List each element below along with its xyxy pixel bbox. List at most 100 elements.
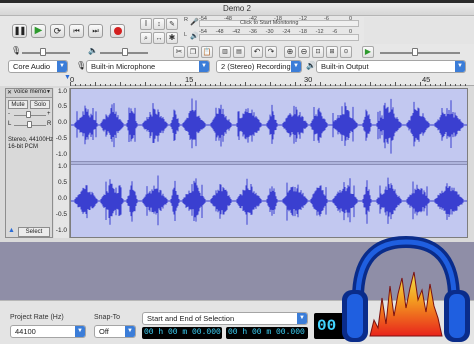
select-track-button[interactable]: Select	[18, 227, 50, 237]
fit-project-button[interactable]: ⊞	[326, 46, 338, 58]
meter-scale-label: -18	[274, 16, 282, 22]
play-at-speed-icon: ▶	[364, 47, 372, 56]
undo-button[interactable]: ↶	[251, 46, 263, 58]
mute-button[interactable]: Mute	[8, 100, 28, 109]
input-device-value: Built-in Microphone	[91, 62, 156, 71]
input-channels-select[interactable]: 2 (Stereo) Recording... ▼	[216, 60, 302, 73]
paste-button[interactable]: 📋	[201, 46, 213, 58]
zoom-out-button[interactable]: ⊖	[298, 46, 310, 58]
pause-button[interactable]: ❚❚	[12, 24, 27, 38]
zoom-toggle-icon: ⊙	[343, 49, 349, 55]
meter-scale-label: -36	[249, 29, 257, 35]
device-toolbar: Core Audio ▼ 🎙 Built-in Microphone ▼ 2 (St…	[0, 60, 474, 74]
amplitude-tick-label: -1.0	[55, 227, 67, 234]
fit-selection-button[interactable]: ⊡	[312, 46, 324, 58]
window-title: Demo 2	[222, 4, 251, 13]
playback-volume-knob[interactable]	[122, 48, 128, 56]
record-icon	[113, 27, 122, 35]
record-meter-letter: R	[184, 17, 188, 23]
project-rate-select[interactable]: 44100 ▼	[10, 325, 86, 338]
collapse-track-icon[interactable]: ▲	[8, 227, 15, 234]
timeshift-icon: ↔	[155, 34, 163, 42]
meter-scale-label: -24	[282, 29, 291, 35]
zoom-in-button[interactable]: ⊕	[284, 46, 296, 58]
amplitude-tick-label: 0.5	[57, 103, 67, 110]
redo-button[interactable]: ↷	[265, 46, 277, 58]
play-icon: ▶	[34, 25, 43, 36]
playback-meter-scale: -54 -48 -42 -36 -30 -24 -18 -12 -6 0	[199, 29, 359, 35]
zoom-toggle-button[interactable]: ⊙	[340, 46, 352, 58]
output-device-select[interactable]: Built-in Output ▼	[316, 60, 466, 73]
microphone-icon: 🎙	[11, 46, 22, 55]
meter-scale-label: -12	[315, 29, 324, 35]
amplitude-tick-label: -0.5	[55, 135, 67, 142]
copy-button[interactable]: ❐	[187, 46, 199, 58]
envelope-tool[interactable]: ↕	[153, 18, 165, 30]
loop-button[interactable]: ⟳	[50, 24, 65, 38]
multi-tool[interactable]: ✱	[166, 32, 178, 44]
waveform-channel-left[interactable]	[70, 89, 467, 161]
track-name-menu[interactable]: voice memo	[14, 89, 46, 95]
solo-button[interactable]: Solo	[30, 100, 50, 109]
amplitude-tick-label: 0.5	[57, 179, 67, 186]
play-speed-knob[interactable]	[412, 48, 418, 56]
fit-selection-icon: ⊡	[315, 49, 321, 55]
amplitude-tick-label: -1.0	[55, 151, 67, 158]
timeline-ruler[interactable]: 0 15 30 45	[70, 74, 474, 86]
pan-knob[interactable]	[27, 121, 32, 128]
paste-icon: 📋	[202, 48, 212, 56]
snap-to-value: Off	[99, 327, 109, 336]
meter-scale-label: -6	[332, 29, 338, 35]
chevron-down-icon: ▼	[291, 61, 301, 72]
undo-icon: ↶	[253, 47, 261, 56]
meter-scale-label: -42	[249, 16, 257, 22]
loop-icon: ⟳	[53, 25, 62, 36]
snap-to-select[interactable]: Off ▼	[94, 325, 136, 338]
redo-icon: ↷	[267, 47, 275, 56]
chevron-down-icon: ▼	[57, 61, 67, 72]
microphone-meter-icon: 🎤	[190, 19, 199, 26]
envelope-icon: ↕	[157, 20, 161, 28]
play-speed-slider[interactable]	[380, 52, 460, 54]
play-button[interactable]: ▶	[31, 24, 46, 38]
record-button[interactable]	[110, 24, 125, 38]
selection-end-time[interactable]: 00 h 00 m 00.000 s	[226, 327, 308, 339]
track-control-panel: ✕ voice memo ▼ Mute Solo - + L R Stereo,…	[5, 88, 53, 238]
edit-toolbar: 🎙 🔈 ✂ ❐ 📋 ▥ ▤ ↶ ↷ ⊕ ⊖ ⊡ ⊞ ⊙ ▶	[0, 44, 474, 60]
chevron-down-icon: ▼	[75, 326, 85, 337]
i-beam-icon: I	[144, 19, 148, 28]
cut-button[interactable]: ✂	[173, 46, 185, 58]
gain-minus-label: -	[8, 111, 10, 117]
play-at-speed-button[interactable]: ▶	[362, 46, 374, 58]
transport-toolbar: ❚❚ ▶ ⟳ ⏮ ⏭ I ↕ ⌕ ↔ ✎ ✱ R 🎤 Click to Star…	[0, 16, 474, 47]
selection-mode-value: Start and End of Selection	[147, 314, 235, 323]
record-meter-scale: -54 -48 -42 -18 -12 -6 0	[199, 16, 359, 22]
input-channels-value: 2 (Stereo) Recording...	[221, 62, 297, 71]
zoom-tool[interactable]: ⌕	[140, 32, 152, 44]
playback-meter[interactable]	[199, 34, 359, 41]
speaker-meter-icon: 🔊	[190, 33, 199, 40]
selection-tool[interactable]: I	[140, 18, 152, 30]
draw-tool[interactable]: ✎	[166, 18, 178, 30]
track-menu-chevron-icon[interactable]: ▼	[46, 89, 51, 95]
timeshift-tool[interactable]: ↔	[153, 32, 165, 44]
skip-to-start-button[interactable]: ⏮	[69, 24, 84, 38]
meter-scale-label: 0	[349, 29, 353, 35]
silence-button[interactable]: ▤	[233, 46, 245, 58]
waveform-channel-right[interactable]	[70, 165, 467, 237]
gain-knob[interactable]	[26, 111, 31, 118]
waveform-display[interactable]	[70, 88, 468, 238]
trim-button[interactable]: ▥	[219, 46, 231, 58]
play-meter-letter: L	[184, 32, 188, 38]
track-close-icon[interactable]: ✕	[7, 89, 12, 96]
title-bar: Demo 2	[0, 3, 474, 16]
selection-mode-select[interactable]: Start and End of Selection ▼	[142, 312, 308, 325]
waveform-right-svg	[70, 175, 467, 226]
skip-to-end-button[interactable]: ⏭	[88, 24, 103, 38]
selection-start-time[interactable]: 00 h 00 m 00.000 s	[142, 327, 222, 339]
input-device-select[interactable]: Built-in Microphone ▼	[86, 60, 210, 73]
record-volume-knob[interactable]	[40, 48, 46, 56]
output-speaker-icon: 🔊	[306, 61, 316, 70]
audio-host-select[interactable]: Core Audio ▼	[8, 60, 68, 73]
record-volume-slider[interactable]	[22, 52, 70, 54]
